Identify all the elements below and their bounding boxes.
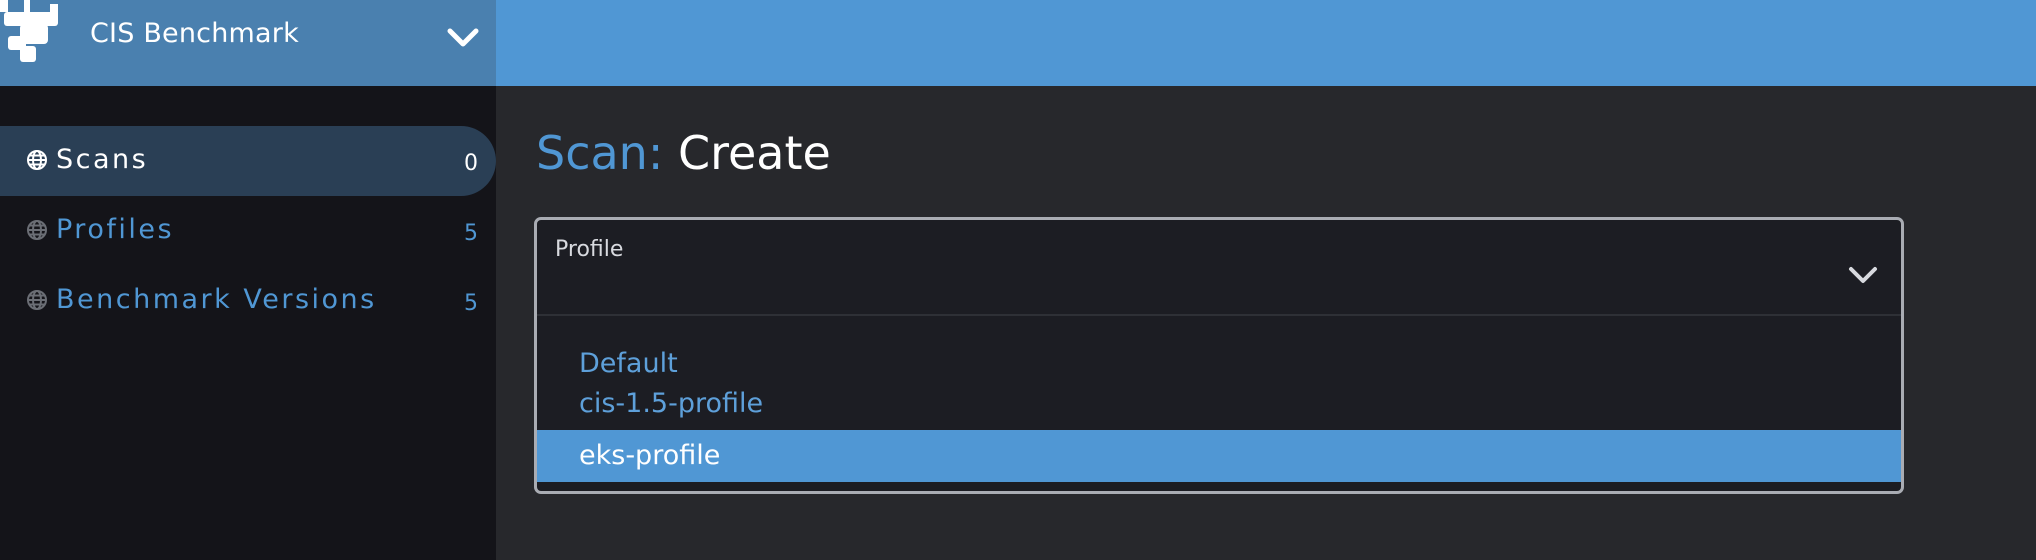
globe-icon bbox=[27, 290, 47, 310]
rancher-cow-logo-icon bbox=[0, 0, 58, 62]
dropdown-option-label: Default bbox=[579, 348, 678, 379]
sidebar-item-scans[interactable]: Scans 0 bbox=[0, 126, 496, 196]
profile-dropdown-list: Default cis-1.5-profile eks-profile bbox=[537, 314, 1901, 494]
cluster-name: CIS Benchmark bbox=[90, 18, 299, 49]
chevron-down-icon[interactable] bbox=[446, 24, 480, 50]
sidebar-item-count: 5 bbox=[464, 291, 478, 316]
top-header: CIS Benchmark bbox=[0, 0, 2036, 86]
profile-select[interactable]: Profile Default cis-1.5-profile eks-prof… bbox=[534, 217, 1904, 494]
chevron-down-icon[interactable] bbox=[1847, 264, 1879, 286]
sidebar-nav: Scans 0 Profiles 5 Benchmark Versions 5 bbox=[0, 86, 496, 560]
page-title-main: Create bbox=[677, 126, 831, 180]
cluster-switcher[interactable]: CIS Benchmark bbox=[0, 0, 496, 86]
profile-select-label: Profile bbox=[555, 237, 624, 262]
dropdown-option-eks-profile[interactable]: eks-profile bbox=[537, 430, 1901, 482]
page-title-prefix: Scan: bbox=[536, 126, 664, 180]
sidebar-item-count: 5 bbox=[464, 221, 478, 246]
sidebar-item-label: Benchmark Versions bbox=[56, 284, 377, 315]
globe-icon bbox=[27, 220, 47, 240]
page-title: Scan: Create bbox=[536, 124, 831, 182]
dropdown-option-cis-1-5-profile[interactable]: cis-1.5-profile bbox=[537, 378, 1901, 430]
dropdown-option-label: cis-1.5-profile bbox=[579, 388, 764, 419]
sidebar-item-count: 0 bbox=[464, 151, 478, 176]
dropdown-option-label: eks-profile bbox=[579, 440, 721, 471]
sidebar-item-profiles[interactable]: Profiles 5 bbox=[0, 196, 496, 266]
sidebar-item-label: Scans bbox=[56, 144, 149, 175]
globe-icon bbox=[27, 150, 47, 170]
sidebar-item-label: Profiles bbox=[56, 214, 175, 245]
sidebar-item-benchmark-versions[interactable]: Benchmark Versions 5 bbox=[0, 266, 496, 336]
